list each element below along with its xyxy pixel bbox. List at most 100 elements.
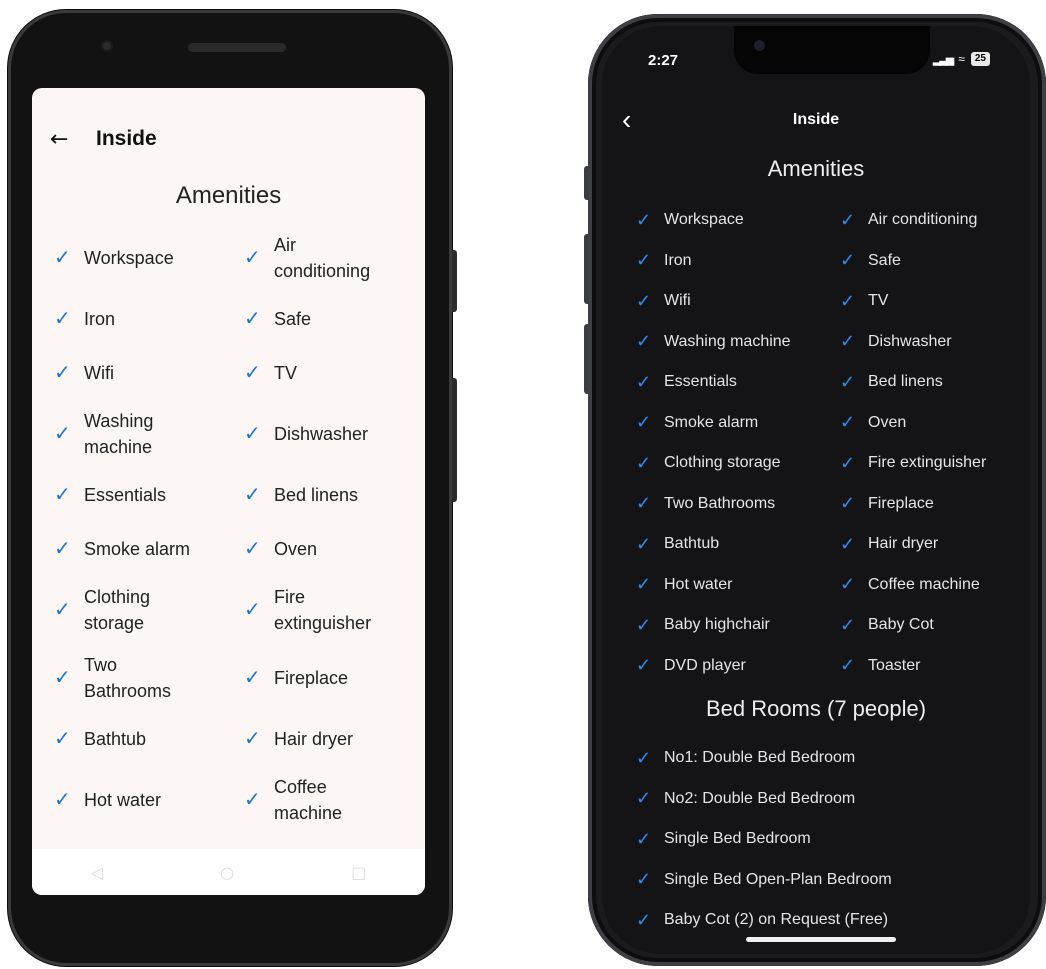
amenity-label: Wifi xyxy=(664,292,691,310)
amenity-label: Coffee machine xyxy=(274,777,343,823)
volume-up-button xyxy=(584,234,588,304)
amenity-item: ✓ Workspace xyxy=(636,200,840,241)
wifi-icon: ≈ xyxy=(958,52,965,66)
silent-switch xyxy=(584,166,588,200)
amenity-item: ✓ Iron xyxy=(636,241,840,282)
checkmark-icon: ✓ xyxy=(244,484,261,506)
section-heading-amenities: Amenities xyxy=(767,156,865,181)
amenity-label: Wifi xyxy=(84,363,114,383)
amenity-item: ✓ Safe xyxy=(244,292,425,346)
amenity-label: Hot water xyxy=(664,575,733,593)
nav-home-icon[interactable]: ○ xyxy=(220,863,234,882)
amenity-item: ✓ TV xyxy=(840,281,1030,322)
checkmark-icon: ✓ xyxy=(840,614,856,635)
amenity-item: ✓ Toaster xyxy=(840,646,1030,687)
amenity-item: ✓ Fireplace xyxy=(244,644,425,712)
amenity-label: Hair dryer xyxy=(274,729,354,749)
bedroom-label: Single Bed Open-Plan Bedroom xyxy=(664,870,892,888)
checkmark-icon: ✓ xyxy=(54,484,71,506)
amenity-label: Bed linens xyxy=(868,373,943,391)
amenity-item: ✓ Hot water xyxy=(54,766,244,834)
amenity-label: Baby Cot xyxy=(868,616,934,634)
section-heading-bedrooms: Bed Rooms (7 people) xyxy=(705,696,927,721)
checkmark-icon: ✓ xyxy=(636,209,652,230)
bedroom-label: No1: Double Bed Bedroom xyxy=(664,749,856,767)
checkmark-icon: ✓ xyxy=(54,728,71,750)
amenity-item: ✓ Fireplace xyxy=(840,484,1030,525)
amenity-item: ✓ Iron xyxy=(54,292,244,346)
bedrooms-list: ✓ No1: Double Bed Bedroom ✓ No2: Double Bed… xyxy=(636,738,892,941)
amenity-item: ✓ Essentials xyxy=(54,468,244,522)
bedroom-item: ✓ No2: Double Bed Bedroom xyxy=(636,779,892,820)
checkmark-icon: ✓ xyxy=(54,789,71,811)
checkmark-icon: ✓ xyxy=(636,828,652,849)
status-time: 2:27 xyxy=(648,52,679,69)
amenity-label: Clothing storage xyxy=(664,454,781,472)
amenity-label: Washing machine xyxy=(84,411,154,457)
iphone-device: 2:27 ▂▃▅ ≈ 25 ‹ Inside Amenities ✓ Worksp… xyxy=(584,14,1046,966)
amenity-item: ✓ Hot water xyxy=(636,565,840,606)
checkmark-icon: ✓ xyxy=(54,423,71,445)
checkmark-icon: ✓ xyxy=(636,412,652,433)
bedroom-label: Single Bed Bedroom xyxy=(664,830,811,848)
checkmark-icon: ✓ xyxy=(636,452,652,473)
checkmark-icon: ✓ xyxy=(840,412,856,433)
amenity-item: ✓ Workspace xyxy=(54,224,244,292)
amenity-item: ✓ Dishwasher xyxy=(244,400,425,468)
amenity-item: ✓ Hair dryer xyxy=(840,524,1030,565)
checkmark-icon: ✓ xyxy=(840,655,856,676)
battery-icon: 25 xyxy=(970,52,990,66)
checkmark-icon: ✓ xyxy=(840,290,856,311)
amenity-item: ✓ TV xyxy=(244,346,425,400)
amenity-item: ✓ Air conditioning xyxy=(244,224,425,292)
amenity-item: ✓ Fire extinguisher xyxy=(244,576,425,644)
amenity-label: Toaster xyxy=(868,656,921,674)
page-title: Inside xyxy=(792,111,840,128)
bedroom-label: No2: Double Bed Bedroom xyxy=(664,789,856,807)
notch xyxy=(734,26,930,74)
checkmark-icon: ✓ xyxy=(636,614,652,635)
checkmark-icon: ✓ xyxy=(636,747,652,768)
checkmark-icon: ✓ xyxy=(840,371,856,392)
amenity-label: Dishwasher xyxy=(868,332,952,350)
amenity-item: ✓ Oven xyxy=(244,522,425,576)
amenity-label: Iron xyxy=(84,309,116,329)
amenities-grid: ✓ Workspace ✓ Air conditioning ✓ Iron ✓ Safe ✓ Wi… xyxy=(636,200,1030,686)
checkmark-icon: ✓ xyxy=(636,371,652,392)
checkmark-icon: ✓ xyxy=(244,599,261,621)
checkmark-icon: ✓ xyxy=(840,574,856,595)
checkmark-icon: ✓ xyxy=(840,331,856,352)
arrow-left-icon[interactable]: ← xyxy=(50,127,82,152)
bedroom-item: ✓ Single Bed Open-Plan Bedroom xyxy=(636,860,892,901)
home-indicator[interactable] xyxy=(746,937,896,942)
amenity-label: Two Bathrooms xyxy=(84,655,172,701)
amenity-item: ✓ DVD player xyxy=(636,646,840,687)
amenity-item: ✓ Air conditioning xyxy=(840,200,1030,241)
amenity-item: ✓ Bathtub xyxy=(636,524,840,565)
amenity-item: ✓ Smoke alarm xyxy=(54,522,244,576)
page-title: Inside xyxy=(96,127,157,150)
amenity-label: Bathtub xyxy=(664,535,720,553)
amenity-item: ✓ Baby highchair xyxy=(636,605,840,646)
amenity-label: Hot water xyxy=(84,790,162,810)
checkmark-icon: ✓ xyxy=(244,308,261,330)
amenity-item: ✓ Wifi xyxy=(54,346,244,400)
checkmark-icon: ✓ xyxy=(636,331,652,352)
amenity-label: Two Bathrooms xyxy=(664,494,776,512)
amenity-label: Workspace xyxy=(84,248,174,268)
amenity-label: Smoke alarm xyxy=(84,539,191,559)
checkmark-icon: ✓ xyxy=(636,533,652,554)
amenity-label: Smoke alarm xyxy=(664,413,759,431)
amenity-item: ✓ Two Bathrooms xyxy=(636,484,840,525)
amenity-item: ✓ Fire extinguisher xyxy=(840,443,1030,484)
amenity-item: ✓ Wifi xyxy=(636,281,840,322)
amenity-label: Fire extinguisher xyxy=(274,587,372,633)
amenity-item: ✓ Bed linens xyxy=(244,468,425,522)
nav-back-icon[interactable]: ◁ xyxy=(91,863,103,882)
checkmark-icon: ✓ xyxy=(244,362,261,384)
amenity-label: Bathtub xyxy=(84,729,147,749)
amenity-item: ✓ Washing machine xyxy=(54,400,244,468)
nav-recents-icon[interactable]: □ xyxy=(351,863,366,882)
amenity-label: Hair dryer xyxy=(868,535,939,553)
volume-down-button xyxy=(584,324,588,394)
